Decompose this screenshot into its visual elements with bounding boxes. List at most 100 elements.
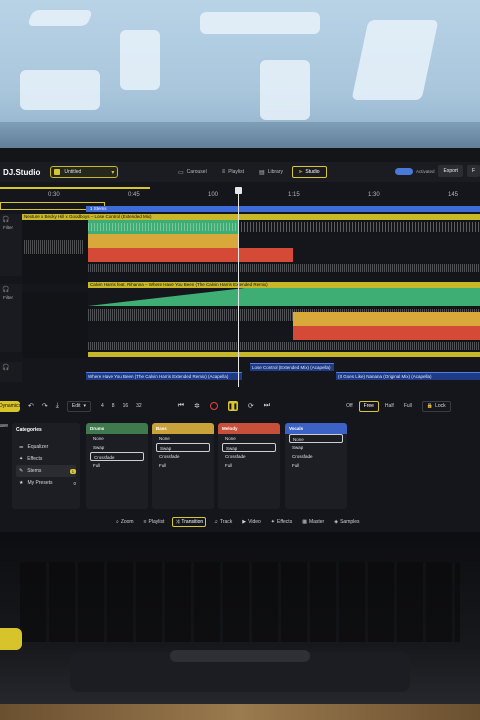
drums-band-2 — [88, 288, 480, 306]
tool-playlist[interactable]: ≡ Playlist — [142, 517, 167, 527]
app-window: DJ.Studio Untitled ▾ ▭ Carousel ≡ Playlist… — [0, 162, 480, 532]
stem-vocals: Vocals None Swap Crossfade Full — [285, 423, 347, 509]
view-studio[interactable]: ⫸ Studio — [292, 166, 327, 178]
transition-icon: ⤨ — [175, 519, 180, 525]
vocals-option-full[interactable]: Full — [289, 461, 343, 470]
selection-bar[interactable]: 1 Stems — [86, 206, 480, 212]
mode-half[interactable]: Half — [381, 401, 398, 412]
stem-bass-header: Bass — [152, 423, 214, 434]
category-stems[interactable]: ✎ Stems 1 — [16, 465, 76, 477]
beat-4[interactable]: 4 — [101, 403, 104, 409]
project-selector[interactable]: Untitled ▾ — [50, 166, 119, 178]
cut-off-button[interactable]: F — [466, 165, 480, 177]
beat-16[interactable]: 16 — [123, 403, 129, 409]
waveform — [88, 342, 480, 350]
playhead[interactable] — [238, 187, 239, 387]
mode-free[interactable]: Free — [358, 400, 379, 412]
video-icon: ▶ — [242, 519, 247, 525]
export-button[interactable]: Export — [438, 165, 463, 177]
tool-track[interactable]: ♫ Track — [212, 517, 234, 527]
app-logo: DJ.Studio — [3, 167, 41, 177]
category-effects[interactable]: ✦ Effects — [16, 453, 76, 465]
view-switcher: ▭ Carousel ≡ Playlist ▤ Library ⫸ Studio — [172, 166, 327, 178]
acapella-clip[interactable]: (It Goes Like) Nanana (Original Mix) (Ac… — [336, 372, 480, 380]
studio-icon: ⫸ — [299, 168, 303, 175]
melody-band-2 — [293, 326, 480, 340]
view-carousel[interactable]: ▭ Carousel — [172, 166, 213, 178]
tool-video[interactable]: ▶ Video — [240, 517, 263, 527]
drums-option-swap[interactable]: Swap — [90, 443, 144, 452]
acapella-header[interactable]: 🎧 — [0, 362, 22, 382]
tool-effects[interactable]: ✦ Effects — [269, 517, 294, 527]
drums-option-none[interactable]: None — [90, 434, 144, 443]
acapella-clip[interactable]: Where Have You Been (The Calvin Harris E… — [86, 372, 242, 380]
edit-menu[interactable]: Edit ▾ — [66, 400, 91, 412]
record-icon[interactable] — [209, 402, 218, 410]
track-2-footer — [88, 352, 480, 357]
melody-option-crossfade[interactable]: Crossfade — [222, 452, 276, 461]
vocals-option-crossfade[interactable]: Crossfade — [289, 452, 343, 461]
right-controls: Activated Export F — [394, 165, 480, 177]
beat-32[interactable]: 32 — [136, 403, 142, 409]
acapella-clip[interactable]: Lose Control (Extended Mix) (Acapella) — [250, 363, 334, 371]
headphones-icon[interactable]: 🎧 — [0, 214, 22, 225]
category-my-presets[interactable]: ★ My Presets 0 — [16, 477, 76, 489]
master-icon: ▦ — [302, 519, 307, 525]
tool-zoom[interactable]: ⌕ Zoom — [114, 517, 136, 527]
samples-icon: ◈ — [334, 519, 339, 525]
split-icon[interactable]: ⤓ — [56, 402, 59, 410]
track-2-title[interactable]: Calvin Harris feat. Rihanna – Where Have… — [88, 282, 480, 288]
loop-icon[interactable]: ⟳ — [248, 402, 254, 410]
melody-band — [88, 248, 293, 262]
stem-vocals-header: Vocals — [285, 423, 347, 434]
time-tick: 145 — [448, 192, 459, 198]
vocals-option-none[interactable]: None — [289, 434, 343, 443]
dynamics-button[interactable]: Dynamics — [0, 400, 21, 412]
categories-heading: Categories — [16, 427, 42, 433]
undo-icon[interactable]: ↶ — [28, 402, 34, 410]
equalizer-icon: ⚌ — [19, 444, 24, 450]
bass-option-crossfade[interactable]: Crossfade — [156, 452, 210, 461]
bass-option-full[interactable]: Full — [156, 461, 210, 470]
skip-back-icon[interactable]: ⏮ — [178, 402, 184, 410]
tool-transition[interactable]: ⤨ Transition — [172, 517, 207, 527]
melody-option-full[interactable]: Full — [222, 461, 276, 470]
bass-band-2 — [293, 312, 480, 326]
transport-bar: Dynamics ↶ ↷ ⤓ Edit ▾ 4 8 16 32 ⏮ ✲ ❚❚ ⟳ … — [0, 398, 480, 414]
redo-icon[interactable]: ↷ — [42, 402, 48, 410]
track-header-1[interactable]: 🎧 Filter — [0, 214, 22, 276]
headphones-icon[interactable]: 🎧 — [0, 362, 22, 373]
effects-icon: ✦ — [19, 456, 24, 462]
skip-forward-icon[interactable]: ⏭ — [264, 402, 270, 410]
drums-option-full[interactable]: Full — [90, 461, 144, 470]
photo-scene: DJ.Studio Untitled ▾ ▭ Carousel ≡ Playlist… — [0, 0, 480, 720]
bass-band — [88, 234, 238, 248]
view-playlist[interactable]: ≡ Playlist — [216, 166, 250, 178]
melody-option-swap[interactable]: Swap — [222, 443, 276, 452]
stem-melody: Melody None Swap Crossfade Full — [218, 423, 280, 509]
tool-master[interactable]: ▦ Master — [300, 517, 326, 527]
category-equalizer[interactable]: ⚌ Equalizer — [16, 441, 76, 453]
vocals-option-swap[interactable]: Swap — [289, 443, 343, 452]
pause-button[interactable]: ❚❚ — [228, 401, 238, 411]
lock-button[interactable]: 🔒 Lock — [421, 400, 451, 412]
view-library[interactable]: ▤ Library — [253, 166, 289, 178]
activation-status: Activated — [394, 167, 434, 175]
snap-modes: Off Free Half Full — [342, 400, 416, 412]
beat-8[interactable]: 8 — [112, 403, 115, 409]
waveform — [88, 264, 480, 272]
playlist-icon: ≡ — [221, 169, 226, 175]
track-area: 🎧 Filter 🎧 Filter 1 Stems Nexture x Beck… — [0, 202, 480, 392]
track-header-2[interactable]: 🎧 Filter — [0, 284, 22, 352]
tool-samples[interactable]: ◈ Samples — [332, 517, 361, 527]
drums-option-crossfade[interactable]: Crossfade — [90, 452, 144, 461]
mode-full[interactable]: Full — [400, 401, 416, 412]
waveform — [24, 240, 84, 254]
sync-icon[interactable]: ✲ — [194, 402, 200, 410]
bass-option-swap[interactable]: Swap — [156, 443, 210, 452]
project-icon — [54, 169, 61, 175]
bass-option-none[interactable]: None — [156, 434, 210, 443]
melody-option-none[interactable]: None — [222, 434, 276, 443]
mode-off[interactable]: Off — [342, 401, 357, 412]
headphones-icon[interactable]: 🎧 — [0, 284, 22, 295]
